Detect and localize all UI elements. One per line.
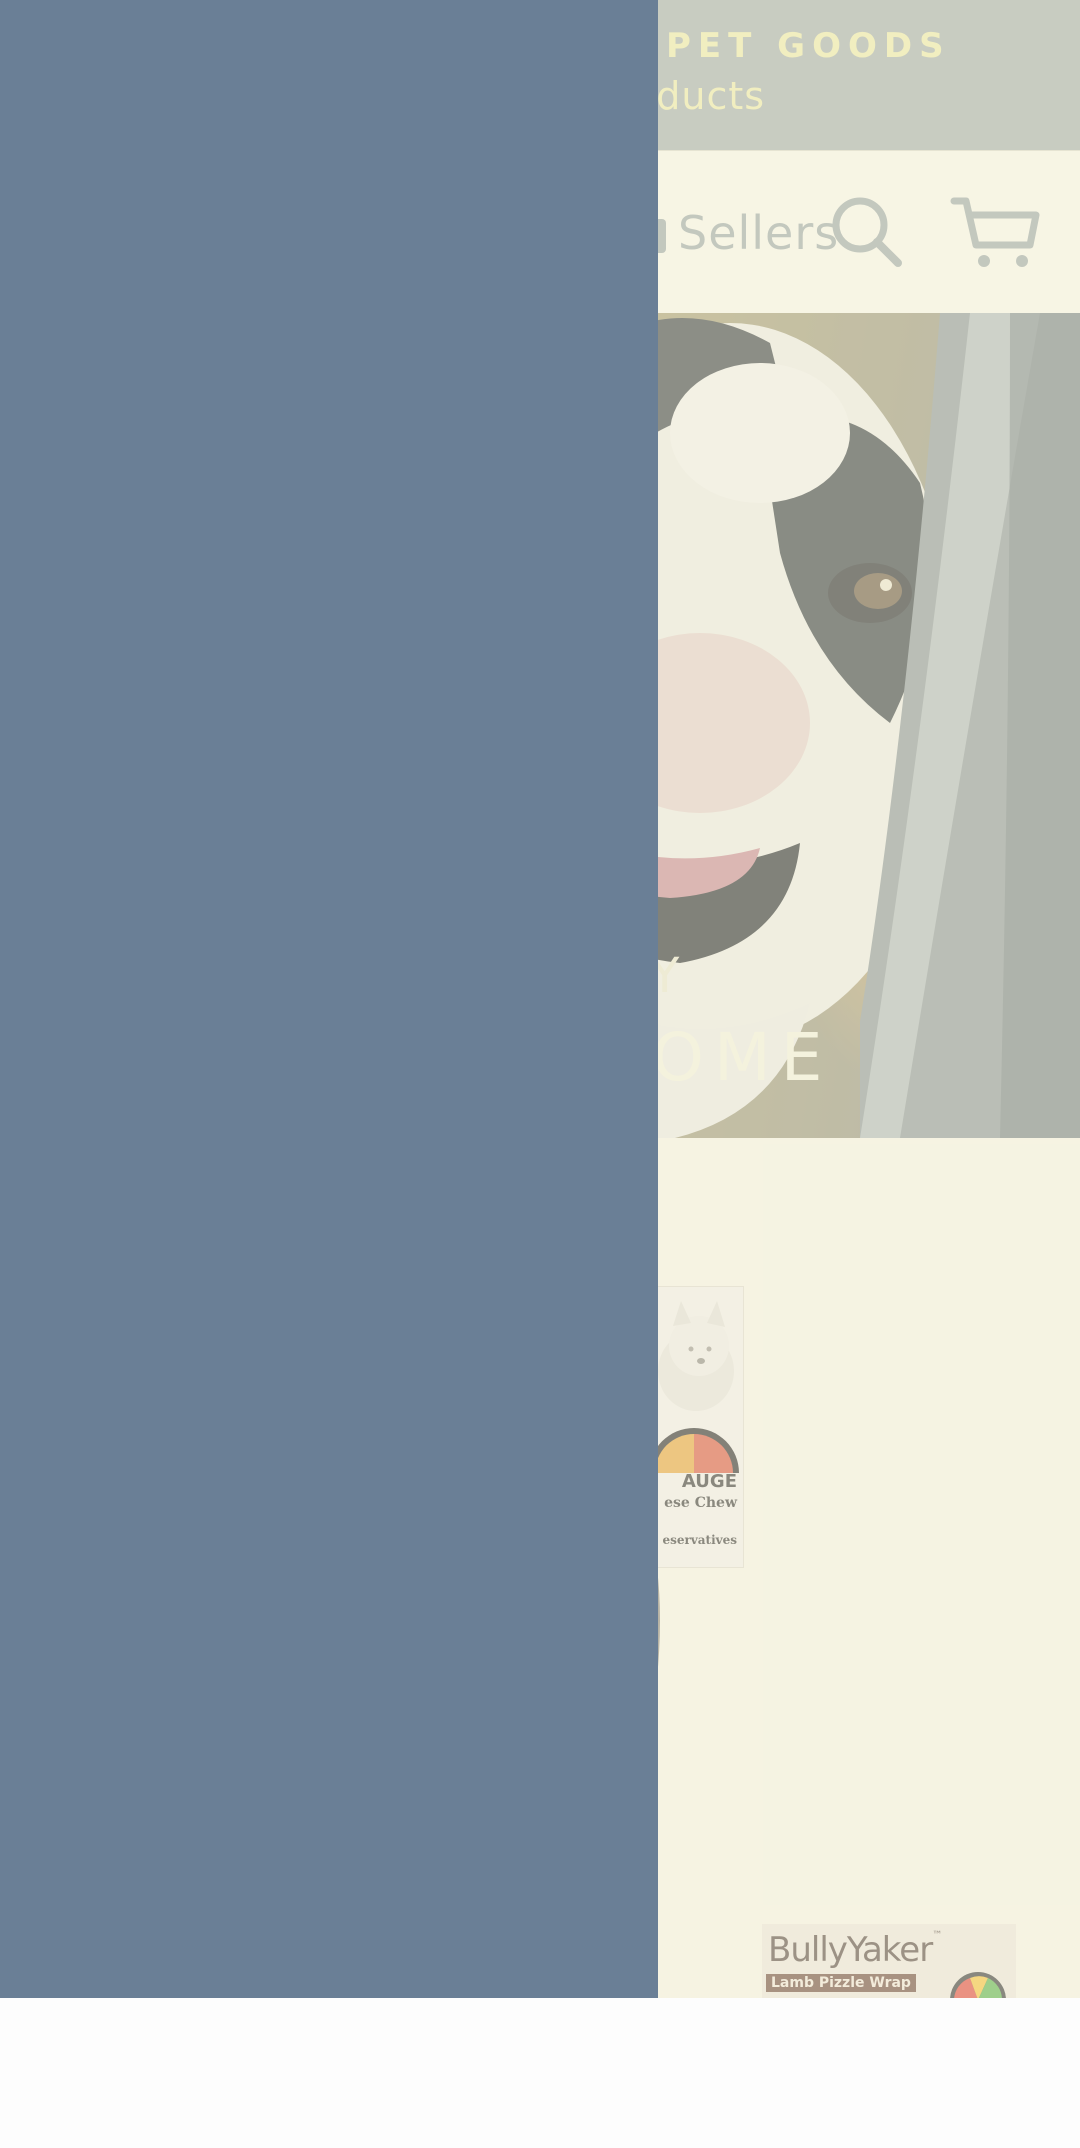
side-menu-drawer[interactable] — [0, 0, 658, 1998]
bottom-blank-area — [0, 1998, 1080, 2148]
